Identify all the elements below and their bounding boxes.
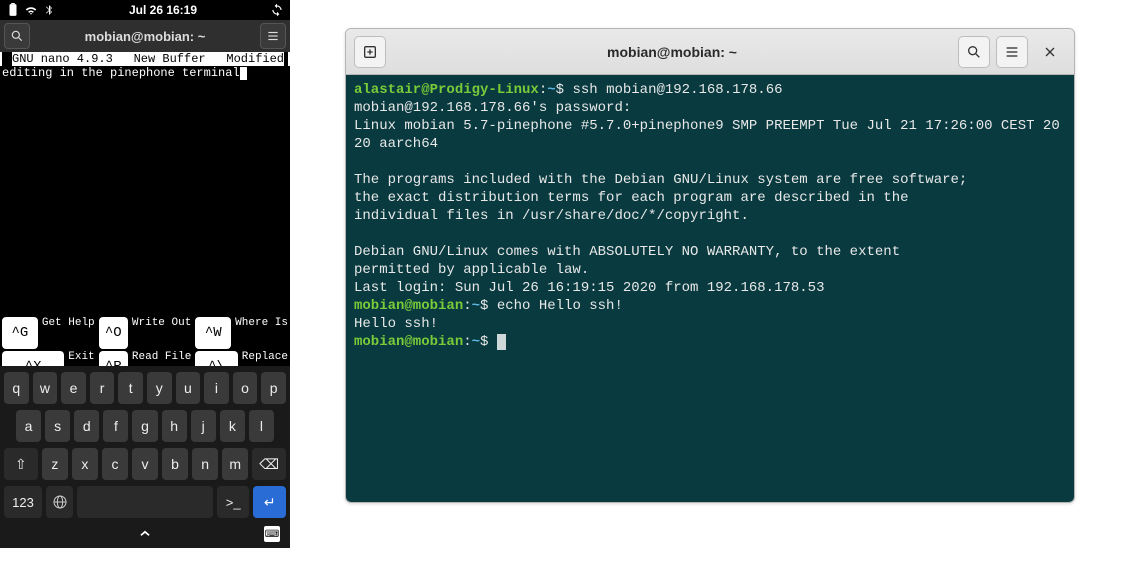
desktop-terminal-window: mobian@mobian: ~ alastair@Prodigy-Linux:… xyxy=(345,28,1075,503)
key-a[interactable]: a xyxy=(16,410,41,442)
nano-modified: Modified xyxy=(220,52,284,66)
terminal-line: individual files in /usr/share/doc/*/cop… xyxy=(354,208,749,224)
prompt-user: mobian@mobian xyxy=(354,334,463,350)
key-z[interactable]: z xyxy=(42,448,68,480)
desktop-window-title: mobian@mobian: ~ xyxy=(607,44,737,60)
key-e[interactable]: e xyxy=(61,372,86,404)
phone-statusbar: Jul 26 16:19 xyxy=(0,0,290,20)
key-s[interactable]: s xyxy=(45,410,70,442)
key-v[interactable]: v xyxy=(132,448,158,480)
desktop-titlebar: mobian@mobian: ~ xyxy=(346,29,1074,75)
terminal-line: Linux mobian 5.7-pinephone #5.7.0+pineph… xyxy=(354,118,1060,152)
text-cursor xyxy=(240,67,247,80)
nano-buffer-name: New Buffer xyxy=(119,52,221,66)
prompt-user: alastair@Prodigy-Linux xyxy=(354,82,539,98)
key-j[interactable]: j xyxy=(191,410,216,442)
statusbar-time: Jul 26 16:19 xyxy=(129,3,197,17)
key-h[interactable]: h xyxy=(162,410,187,442)
nano-body[interactable]: editing in the pinephone terminal xyxy=(0,66,290,80)
key-backspace[interactable]: ⌫ xyxy=(252,448,286,480)
key-g[interactable]: g xyxy=(132,410,157,442)
desktop-hamburger-button[interactable] xyxy=(996,36,1028,68)
key-globe[interactable] xyxy=(46,486,73,518)
nano-version: GNU nano 4.9.3 xyxy=(12,52,119,66)
key-i[interactable]: i xyxy=(204,372,229,404)
prompt-path: ~ xyxy=(472,334,480,350)
nano-header: GNU nano 4.9.3 New Buffer Modified xyxy=(0,52,290,66)
terminal-line: Last login: Sun Jul 26 16:19:15 2020 fro… xyxy=(354,280,824,296)
key-space[interactable] xyxy=(77,486,213,518)
key-p[interactable]: p xyxy=(261,372,286,404)
phone-terminal-titlebar: mobian@mobian: ~ xyxy=(0,20,290,52)
rotate-icon xyxy=(270,3,284,17)
terminal-line: Hello ssh! xyxy=(354,316,438,332)
key-u[interactable]: u xyxy=(176,372,201,404)
terminal-line: The programs included with the Debian GN… xyxy=(354,172,967,188)
desktop-search-button[interactable] xyxy=(958,36,990,68)
key-t[interactable]: t xyxy=(118,372,143,404)
key-k[interactable]: k xyxy=(220,410,245,442)
prompt-user: mobian@mobian xyxy=(354,298,463,314)
nano-editor[interactable]: GNU nano 4.9.3 New Buffer Modified editi… xyxy=(0,52,290,302)
bluetooth-icon xyxy=(42,3,56,17)
onscreen-keyboard: q w e r t y u i o p a s d f g h j k l ⇧ … xyxy=(0,366,290,548)
prompt-path: ~ xyxy=(547,82,555,98)
key-r[interactable]: r xyxy=(90,372,115,404)
key-w[interactable]: w xyxy=(33,372,58,404)
key-y[interactable]: y xyxy=(147,372,172,404)
key-m[interactable]: m xyxy=(222,448,248,480)
command-text: ssh mobian@192.168.178.66 xyxy=(572,82,782,98)
battery-icon xyxy=(6,3,20,17)
key-f[interactable]: f xyxy=(103,410,128,442)
key-terminal[interactable]: >_ xyxy=(217,486,250,518)
new-tab-button[interactable] xyxy=(354,36,386,68)
terminal-line: Debian GNU/Linux comes with ABSOLUTELY N… xyxy=(354,244,900,260)
key-x[interactable]: x xyxy=(72,448,98,480)
hamburger-button[interactable] xyxy=(260,23,286,49)
terminal-line: mobian@192.168.178.66's password: xyxy=(354,100,631,116)
terminal-cursor xyxy=(497,334,506,350)
keyboard-toggle-icon[interactable]: ⌨ xyxy=(264,526,280,542)
terminal-line: permitted by applicable law. xyxy=(354,262,589,278)
phone-screen: Jul 26 16:19 mobian@mobian: ~ GNU nano 4… xyxy=(0,0,290,548)
key-shift[interactable]: ⇧ xyxy=(4,448,38,480)
key-numbers[interactable]: 123 xyxy=(4,486,42,518)
nav-up-icon[interactable] xyxy=(134,526,156,545)
wifi-icon xyxy=(24,3,38,17)
command-text: echo Hello ssh! xyxy=(497,298,623,314)
key-b[interactable]: b xyxy=(162,448,188,480)
key-q[interactable]: q xyxy=(4,372,29,404)
terminal-line: the exact distribution terms for each pr… xyxy=(354,190,909,206)
close-button[interactable] xyxy=(1034,36,1066,68)
key-n[interactable]: n xyxy=(192,448,218,480)
key-l[interactable]: l xyxy=(249,410,274,442)
prompt-path: ~ xyxy=(472,298,480,314)
key-d[interactable]: d xyxy=(74,410,99,442)
key-c[interactable]: c xyxy=(102,448,128,480)
nano-text: editing in the pinephone terminal xyxy=(2,66,240,80)
terminal-output[interactable]: alastair@Prodigy-Linux:~$ ssh mobian@192… xyxy=(346,75,1074,502)
key-enter[interactable]: ↵ xyxy=(253,486,286,518)
phone-terminal-title: mobian@mobian: ~ xyxy=(85,29,206,44)
phone-navbar: ⌨ xyxy=(4,524,286,546)
key-o[interactable]: o xyxy=(233,372,258,404)
search-button[interactable] xyxy=(4,23,30,49)
